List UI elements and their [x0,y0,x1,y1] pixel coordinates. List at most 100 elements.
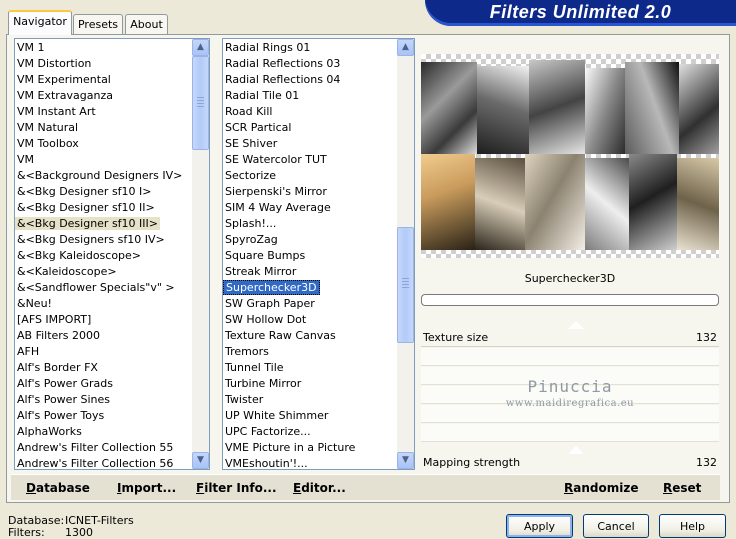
filter-item[interactable]: SpyroZag [223,232,397,248]
scroll-up-icon[interactable]: ▲ [397,39,414,56]
scroll-down-icon[interactable]: ▼ [192,452,209,469]
apply-button[interactable]: Apply [506,514,573,538]
status-filters-label: Filters: [8,526,45,539]
category-item[interactable]: [AFS IMPORT] [15,312,192,328]
category-item[interactable]: &Neu! [15,296,192,312]
filter-item-label: Radial Rings 01 [225,41,311,54]
category-item-label: &<Bkg Designer sf10 III> [15,217,161,230]
filter-item-label: SW Hollow Dot [225,313,307,326]
filter-scrollbar[interactable]: ▲ ▼ [397,39,414,469]
filter-item[interactable]: SIM 4 Way Average [223,200,397,216]
progress-bar [421,294,719,306]
filter-item-label: SCR Partical [225,121,292,134]
tab-about[interactable]: About [125,14,168,34]
category-item-label: &<Bkg Designers sf10 IV> [17,233,165,246]
category-item[interactable]: Alf's Power Grads [15,376,192,392]
category-item[interactable]: AFH [15,344,192,360]
filter-item[interactable]: SE Shiver [223,136,397,152]
category-item[interactable]: Alf's Power Sines [15,392,192,408]
scroll-up-icon[interactable]: ▲ [192,39,209,56]
filter-item[interactable]: VME Picture in a Picture [223,440,397,456]
mapping-strength-slider[interactable]: Mapping strength 132 [421,446,719,472]
filter-item[interactable]: Radial Reflections 03 [223,56,397,72]
category-item[interactable]: VM Instant Art [15,104,192,120]
category-item[interactable]: &<Bkg Designers sf10 IV> [15,232,192,248]
filter-info-button[interactable]: Filter Info... [196,481,277,495]
filter-item[interactable]: SE Watercolor TUT [223,152,397,168]
reset-button[interactable]: Reset [663,481,701,495]
category-item[interactable]: &<Bkg Designer sf10 III> [15,216,192,232]
randomize-button[interactable]: Randomize [564,481,638,495]
filter-item[interactable]: Tunnel Tile [223,360,397,376]
slider-knob[interactable] [568,321,584,329]
category-item[interactable]: &<Kaleidoscope> [15,264,192,280]
category-item-label: VM [17,153,35,166]
cancel-button[interactable]: Cancel [583,514,649,538]
editor-button[interactable]: Editor... [293,481,346,495]
scroll-down-icon[interactable]: ▼ [397,452,414,469]
filter-item[interactable]: Twister [223,392,397,408]
category-item[interactable]: AlphaWorks [15,424,192,440]
filter-item[interactable]: Road Kill [223,104,397,120]
category-item[interactable]: VM Distortion [15,56,192,72]
filter-item[interactable]: SW Graph Paper [223,296,397,312]
filter-item[interactable]: Sierpenski's Mirror [223,184,397,200]
filter-item[interactable]: UPC Factorize... [223,424,397,440]
category-item-label: VM Experimental [17,73,111,86]
category-item[interactable]: Alf's Border FX [15,360,192,376]
category-scrollbar[interactable]: ▲ ▼ [192,39,209,469]
database-button[interactable]: Database [26,481,90,495]
filter-item-label: Tremors [225,345,269,358]
filter-item[interactable]: SCR Partical [223,120,397,136]
category-item[interactable]: Alf's Power Toys [15,408,192,424]
category-item[interactable]: Andrew's Filter Collection 56 [15,456,192,470]
category-item[interactable]: VM Natural [15,120,192,136]
tab-presets[interactable]: Presets [73,14,123,34]
filter-item[interactable]: Tremors [223,344,397,360]
filter-item[interactable]: Radial Rings 01 [223,40,397,56]
category-item[interactable]: Andrew's Filter Collection 55 [15,440,192,456]
filter-item[interactable]: Streak Mirror [223,264,397,280]
filter-item[interactable]: Radial Tile 01 [223,88,397,104]
filter-item[interactable]: SW Hollow Dot [223,312,397,328]
empty-parameter-row [421,348,719,366]
category-item-label: &Neu! [17,297,52,310]
texture-size-slider[interactable]: Texture size 132 [421,321,719,347]
category-item[interactable]: &<Background Designers IV> [15,168,192,184]
category-item-label: Andrew's Filter Collection 56 [17,457,174,470]
category-list[interactable]: Andrew's Filter Collection 56 Andrew's Fi… [14,38,210,470]
category-scroll-thumb[interactable] [192,56,209,150]
filter-item[interactable]: Texture Raw Canvas [223,328,397,344]
category-item-label: &<Bkg Designer sf10 I> [17,185,152,198]
filter-item[interactable]: Radial Reflections 04 [223,72,397,88]
filter-item[interactable]: VMEshoutin'!... [223,456,397,469]
category-item[interactable]: VM Toolbox [15,136,192,152]
category-item[interactable]: VM Experimental [15,72,192,88]
category-item[interactable]: VM [15,152,192,168]
category-item-label: &<Bkg Designer sf10 II> [17,201,155,214]
filter-item[interactable]: Splash!... [223,216,397,232]
category-item[interactable]: AB Filters 2000 [15,328,192,344]
help-button[interactable]: Help [659,514,726,538]
filter-scroll-thumb[interactable] [397,227,414,343]
filter-item[interactable]: Superchecker3D [223,280,397,296]
slider-value: 132 [696,331,717,344]
tab-navigator[interactable]: Navigator [8,10,72,35]
filter-item[interactable]: Sectorize [223,168,397,184]
filter-item-label: Superchecker3D [223,280,320,295]
category-item[interactable]: &<Sandflower Specials"v" > [15,280,192,296]
category-item[interactable]: &<Bkg Designer sf10 I> [15,184,192,200]
category-item[interactable]: &<Bkg Kaleidoscope> [15,248,192,264]
category-item[interactable]: VM 1 [15,40,192,56]
slider-knob[interactable] [568,446,584,454]
filter-item[interactable]: Square Bumps [223,248,397,264]
filter-item-label: Radial Reflections 04 [225,73,341,86]
category-item[interactable]: VM Extravaganza [15,88,192,104]
import-button[interactable]: Import... [117,481,176,495]
category-item[interactable]: &<Bkg Designer sf10 II> [15,200,192,216]
empty-parameter-row [421,424,719,442]
filter-item-label: Radial Reflections 03 [225,57,341,70]
filter-list[interactable]: VMEshoutin'!... VME Picture in a Picture U… [222,38,415,470]
filter-item[interactable]: Turbine Mirror [223,376,397,392]
filter-item[interactable]: UP White Shimmer [223,408,397,424]
